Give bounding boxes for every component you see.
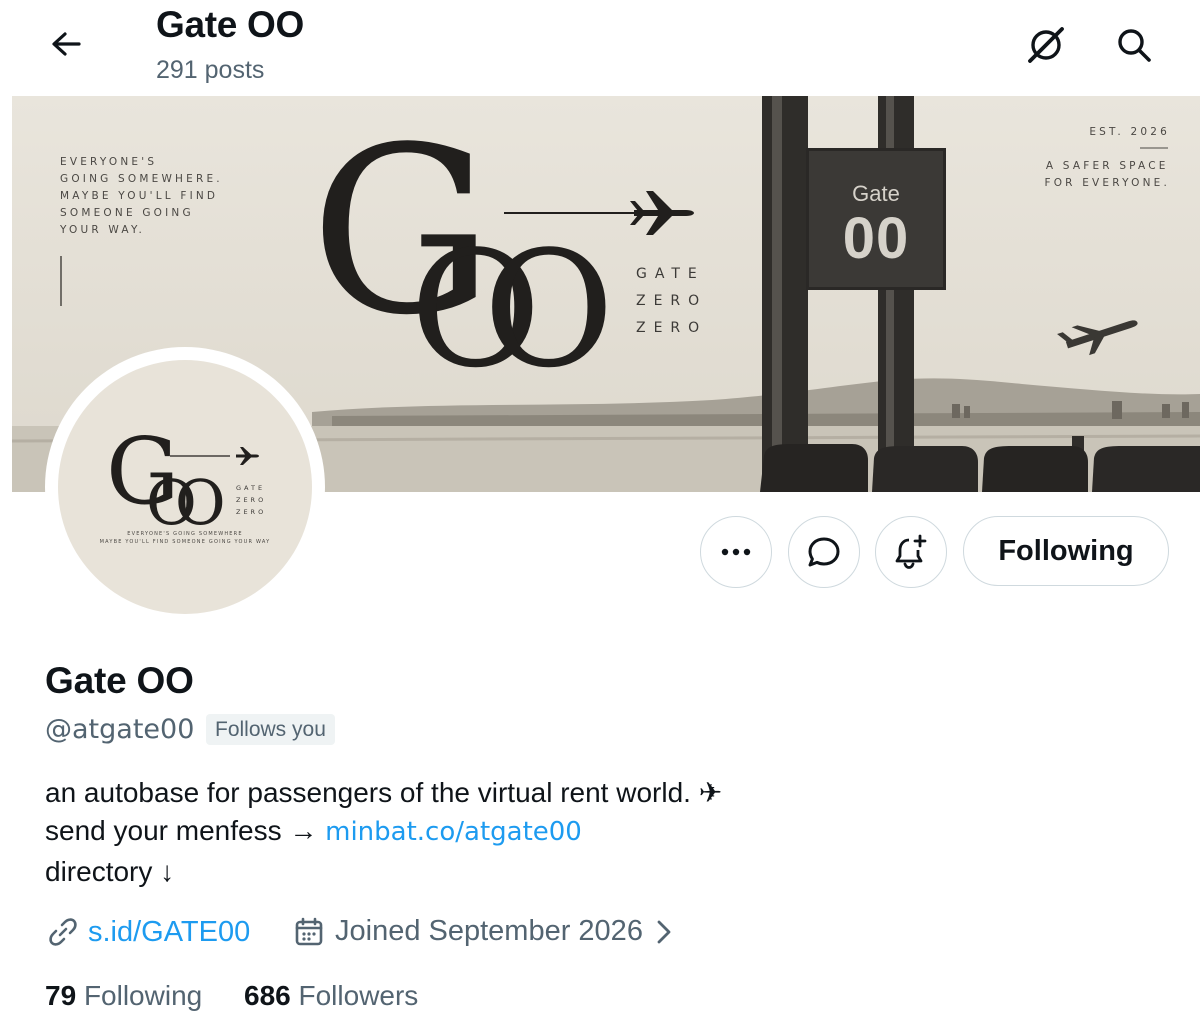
link-icon bbox=[49, 918, 77, 946]
header-title: Gate OO bbox=[156, 4, 304, 45]
notify-button[interactable] bbox=[875, 516, 947, 588]
search-button[interactable] bbox=[1110, 22, 1158, 68]
grok-button[interactable] bbox=[1022, 22, 1070, 68]
more-icon bbox=[721, 548, 751, 556]
message-button[interactable] bbox=[788, 516, 860, 588]
more-button[interactable] bbox=[700, 516, 772, 588]
bio-menfess-text: send your menfess → bbox=[45, 815, 326, 846]
gate-sign: Gate 00 bbox=[806, 148, 946, 290]
avatar[interactable]: G OO GATE ZERO ZERO EVERYONE'S GOING SOM… bbox=[45, 347, 325, 627]
calendar-icon bbox=[295, 917, 323, 945]
avatar-plane-icon bbox=[170, 447, 259, 465]
gate-sign-word: Gate bbox=[852, 181, 900, 206]
banner-right-tagline: A SAFER SPACE FOR EVERYONE. bbox=[1044, 160, 1170, 189]
banner-logo-oo: OO bbox=[410, 216, 614, 403]
profile-handle: @atgate00 bbox=[45, 714, 195, 745]
avatar-image: G OO GATE ZERO ZERO EVERYONE'S GOING SOM… bbox=[58, 360, 312, 614]
search-icon bbox=[1118, 29, 1151, 62]
post-count: 291 posts bbox=[156, 56, 265, 84]
banner-word-zero-1: ZERO bbox=[636, 293, 708, 309]
bio-line-2: send your menfess → minbat.co/atgate00 bbox=[45, 815, 582, 847]
following-count-link[interactable]: 79 Following bbox=[45, 980, 202, 1012]
top-bar: Gate OO 291 posts bbox=[0, 0, 1200, 96]
profile-name: Gate OO bbox=[45, 660, 194, 701]
following-count: 79 bbox=[45, 980, 77, 1011]
avatar-word-zero-2: ZERO bbox=[236, 508, 267, 516]
followers-count: 686 bbox=[244, 980, 291, 1011]
followers-count-link[interactable]: 686 Followers bbox=[244, 980, 418, 1012]
banner-word-zero-2: ZERO bbox=[636, 320, 708, 336]
chevron-right-icon bbox=[657, 920, 671, 943]
banner-word-gate: GATE bbox=[636, 266, 705, 282]
bell-plus-icon bbox=[895, 534, 927, 569]
gate-sign-number: 00 bbox=[842, 206, 910, 271]
grok-icon bbox=[1028, 27, 1064, 63]
website-text[interactable]: s.id/GATE00 bbox=[88, 916, 250, 949]
followers-label: Followers bbox=[298, 980, 419, 1011]
follows-you-badge: Follows you bbox=[206, 714, 335, 745]
arrow-left-icon bbox=[52, 32, 81, 56]
banner-est: EST. 2026 bbox=[1089, 126, 1170, 138]
website-link[interactable]: s.id/GATE00 bbox=[46, 915, 250, 949]
avatar-word-zero-1: ZERO bbox=[236, 496, 267, 504]
avatar-logo-oo: OO bbox=[146, 466, 226, 539]
bio-line-3: directory ↓ bbox=[45, 856, 175, 887]
following-button[interactable]: Following bbox=[963, 516, 1169, 586]
avatar-tagline-1: EVERYONE'S GOING SOMEWHERE bbox=[127, 531, 243, 537]
banner-left-tagline: EVERYONE'S GOING SOMEWHERE. MAYBE YOU'LL… bbox=[60, 156, 223, 236]
joined-date[interactable]: Joined September 2026 bbox=[293, 915, 675, 948]
back-button[interactable] bbox=[40, 22, 92, 66]
joined-text: Joined September 2026 bbox=[335, 915, 643, 947]
avatar-tagline-2: MAYBE YOU'LL FIND SOMEONE GOING YOUR WAY bbox=[99, 539, 271, 545]
following-label: Following bbox=[83, 980, 203, 1011]
avatar-word-gate: GATE bbox=[236, 484, 266, 492]
message-icon bbox=[808, 537, 840, 567]
bio-menfess-link[interactable]: minbat.co/atgate00 bbox=[325, 817, 582, 847]
bio-line-1: an autobase for passengers of the virtua… bbox=[45, 777, 723, 808]
